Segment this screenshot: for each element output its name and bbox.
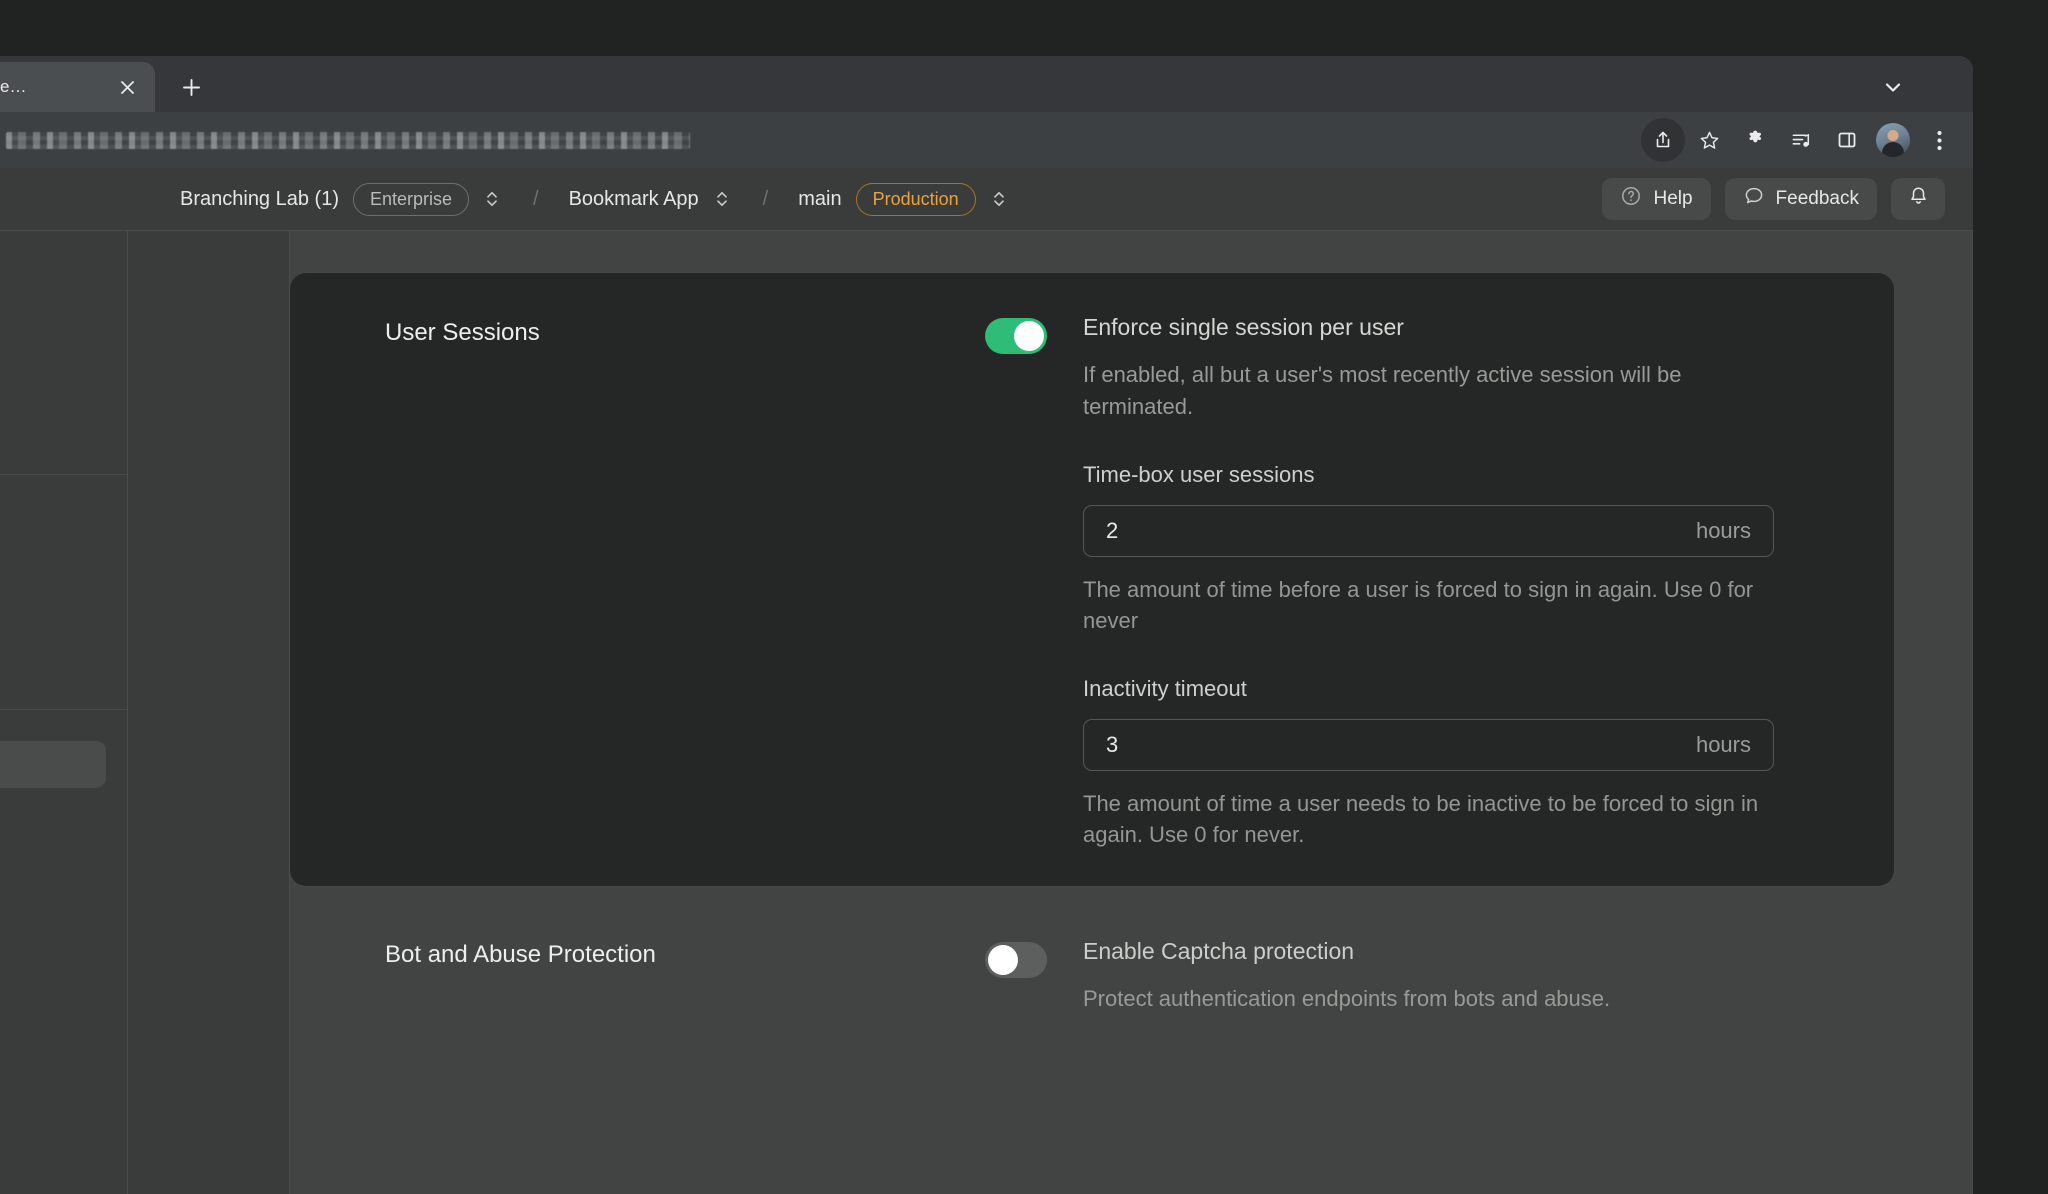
section-title-user-sessions: User Sessions bbox=[385, 319, 540, 346]
inactivity-timeout-input[interactable] bbox=[1106, 732, 1696, 759]
enforce-single-session-label: Enforce single session per user bbox=[1083, 314, 1404, 340]
avatar bbox=[1876, 123, 1910, 157]
enforce-single-session-text: Enforce single session per user If enabl… bbox=[1083, 314, 1774, 851]
app-top-bar: Branching Lab (1) Enterprise / Bookmark … bbox=[0, 168, 1973, 231]
project-selector-chevron-icon[interactable] bbox=[711, 184, 733, 214]
rail-active-item[interactable] bbox=[0, 741, 106, 788]
notifications-button[interactable] bbox=[1891, 178, 1945, 220]
toggle-knob bbox=[1014, 321, 1044, 351]
branch-selector-chevron-icon[interactable] bbox=[988, 184, 1010, 214]
time-box-input[interactable] bbox=[1106, 517, 1696, 544]
user-sessions-card: User Sessions Enforce single session per… bbox=[290, 273, 1894, 886]
toggle-knob bbox=[988, 945, 1018, 975]
inactivity-timeout-input-wrapper[interactable]: hours bbox=[1083, 719, 1774, 772]
breadcrumb-branch-name[interactable]: main bbox=[798, 188, 841, 211]
browser-toolbar bbox=[0, 112, 1973, 168]
side-panel-icon[interactable] bbox=[1825, 118, 1869, 162]
toolbar-actions bbox=[1641, 118, 1961, 162]
bookmark-star-icon[interactable] bbox=[1687, 118, 1731, 162]
content-area: User Sessions Enforce single session per… bbox=[290, 231, 1973, 1194]
section-fields-user-sessions: Enforce single session per user If enabl… bbox=[985, 273, 1894, 851]
enable-captcha-description: Protect authentication endpoints from bo… bbox=[1083, 986, 1611, 1012]
browser-tab[interactable]: …e bbox=[0, 62, 155, 112]
chevron-down-icon[interactable] bbox=[1871, 65, 1915, 109]
enable-captcha-label: Enable Captcha protection bbox=[1083, 938, 1355, 964]
share-icon[interactable] bbox=[1641, 118, 1685, 162]
enforce-single-session-toggle[interactable] bbox=[985, 318, 1047, 354]
feedback-button[interactable]: Feedback bbox=[1724, 178, 1877, 220]
secondary-nav-panel bbox=[128, 231, 290, 1194]
help-button[interactable]: Help bbox=[1602, 178, 1711, 220]
help-label: Help bbox=[1653, 188, 1693, 209]
section-bot-abuse-protection: Bot and Abuse Protection Enable Captcha … bbox=[385, 931, 1973, 1015]
enforce-single-session-row: Enforce single session per user If enabl… bbox=[985, 314, 1774, 851]
bell-icon bbox=[1907, 185, 1930, 213]
time-box-field-group: Time-box user sessions hours The amount … bbox=[1083, 462, 1774, 636]
user-sessions-card-inner: User Sessions Enforce single session per… bbox=[385, 273, 1894, 886]
extensions-puzzle-icon[interactable] bbox=[1733, 118, 1777, 162]
content-right-divider bbox=[1972, 231, 1973, 1194]
org-plan-badge: Enterprise bbox=[352, 182, 470, 216]
inactivity-timeout-label: Inactivity timeout bbox=[1083, 676, 1247, 702]
browser-tab-strip: …e bbox=[0, 56, 1973, 112]
breadcrumb-separator-2: / bbox=[762, 187, 769, 210]
speech-bubble-icon bbox=[1743, 185, 1765, 213]
enable-captcha-toggle[interactable] bbox=[985, 942, 1047, 978]
profile-avatar[interactable] bbox=[1871, 118, 1915, 162]
close-icon[interactable] bbox=[113, 73, 141, 101]
reading-list-icon[interactable] bbox=[1779, 118, 1823, 162]
help-circle-icon bbox=[1620, 185, 1642, 213]
org-selector-chevron-icon[interactable] bbox=[481, 184, 503, 214]
top-bar-actions: Help Feedback bbox=[1602, 178, 1945, 220]
enable-captcha-text: Enable Captcha protection Protect authen… bbox=[1083, 938, 1853, 1015]
inactivity-timeout-input-suffix: hours bbox=[1695, 732, 1751, 758]
breadcrumb-project-name[interactable]: Bookmark App bbox=[569, 188, 699, 211]
environment-badge: Production bbox=[855, 182, 976, 216]
application-frame: Branching Lab (1) Enterprise / Bookmark … bbox=[0, 168, 1973, 1194]
time-box-help-text: The amount of time before a user is forc… bbox=[1083, 576, 1754, 633]
three-dot-menu-icon[interactable] bbox=[1917, 118, 1961, 162]
address-bar[interactable] bbox=[0, 120, 1641, 160]
icon-rail-sidebar bbox=[0, 231, 128, 1194]
tab-title: …e bbox=[0, 77, 27, 96]
url-text-blurred bbox=[6, 131, 690, 149]
time-box-label: Time-box user sessions bbox=[1083, 461, 1315, 487]
inactivity-timeout-field-group: Inactivity timeout hours The amount of t… bbox=[1083, 676, 1774, 850]
breadcrumb: Branching Lab (1) Enterprise / Bookmark … bbox=[180, 182, 1010, 216]
feedback-label: Feedback bbox=[1775, 188, 1859, 209]
section-title-bot-abuse: Bot and Abuse Protection bbox=[385, 941, 656, 968]
time-box-input-wrapper[interactable]: hours bbox=[1083, 504, 1774, 557]
breadcrumb-org-name[interactable]: Branching Lab (1) bbox=[180, 188, 339, 211]
rail-divider-1 bbox=[0, 474, 127, 475]
breadcrumb-separator-1: / bbox=[533, 187, 539, 210]
rail-divider-2 bbox=[0, 709, 127, 710]
inactivity-timeout-help-text: The amount of time a user needs to be in… bbox=[1083, 791, 1759, 848]
enable-captcha-row: Enable Captcha protection Protect authen… bbox=[985, 938, 1853, 1015]
enforce-single-session-description: If enabled, all but a user's most recent… bbox=[1083, 362, 1682, 419]
new-tab-button[interactable] bbox=[171, 67, 211, 107]
time-box-input-suffix: hours bbox=[1695, 517, 1751, 543]
section-fields-bot-abuse: Enable Captcha protection Protect authen… bbox=[985, 931, 1973, 1015]
app-body: User Sessions Enforce single session per… bbox=[0, 231, 1973, 1194]
browser-window: …e Branching Lab (1) Enterprise / Bookma… bbox=[0, 56, 1973, 1194]
section-user-sessions: User Sessions Enforce single session per… bbox=[385, 273, 1894, 851]
